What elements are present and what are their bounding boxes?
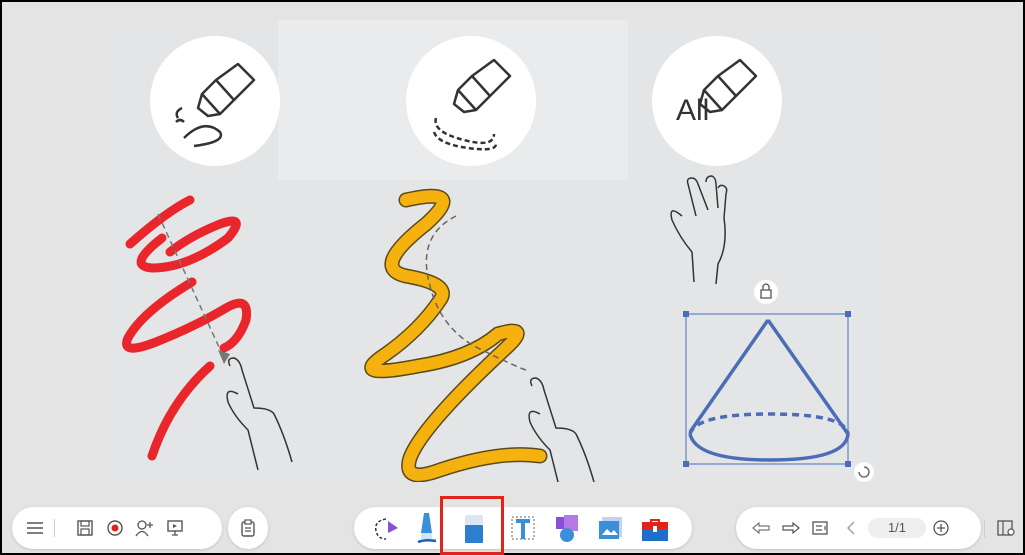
shapes-icon[interactable] <box>550 507 584 549</box>
hand-pointer-1 <box>226 357 293 471</box>
whiteboard-canvas[interactable]: All <box>106 20 886 482</box>
selected-tool-highlight <box>440 496 504 555</box>
clipboard-group <box>228 507 268 549</box>
selection-handles <box>683 311 851 467</box>
image-icon[interactable] <box>594 507 628 549</box>
hand-pointer-2 <box>528 377 595 482</box>
menu-icon[interactable] <box>20 507 50 549</box>
add-page-icon[interactable] <box>927 507 955 549</box>
page-panel-icon[interactable] <box>992 507 1022 549</box>
text-icon[interactable] <box>506 507 540 549</box>
record-icon[interactable] <box>100 507 130 549</box>
redo-icon[interactable] <box>776 507 806 549</box>
toolbar-divider <box>984 520 985 538</box>
present-icon[interactable] <box>160 507 190 549</box>
prev-page-icon[interactable] <box>836 507 866 549</box>
stroke-illustrations <box>122 175 874 482</box>
hand-all-fingers <box>670 175 728 285</box>
clipboard-icon[interactable] <box>233 507 263 549</box>
toolbox-icon[interactable] <box>638 507 672 549</box>
add-user-icon[interactable] <box>130 507 160 549</box>
undo-icon[interactable] <box>746 507 776 549</box>
yellow-stroke <box>365 190 546 481</box>
page-list-icon[interactable] <box>806 507 836 549</box>
red-stroke-3 <box>122 277 252 353</box>
save-icon[interactable] <box>70 507 100 549</box>
cone-shape <box>688 318 850 462</box>
page-indicator: 1/1 <box>868 518 926 538</box>
lasso-select-icon[interactable] <box>370 507 404 549</box>
red-stroke-4 <box>147 361 215 461</box>
rotate-icon-bg <box>854 462 874 482</box>
pen-icon[interactable] <box>410 507 444 549</box>
drawing-toolbar <box>354 507 692 549</box>
page-toolbar: 1/1 <box>736 507 981 549</box>
main-menu-bar <box>12 507 222 549</box>
whiteboard-app: All 1/1 <box>2 2 1023 553</box>
selection-box <box>685 313 849 465</box>
